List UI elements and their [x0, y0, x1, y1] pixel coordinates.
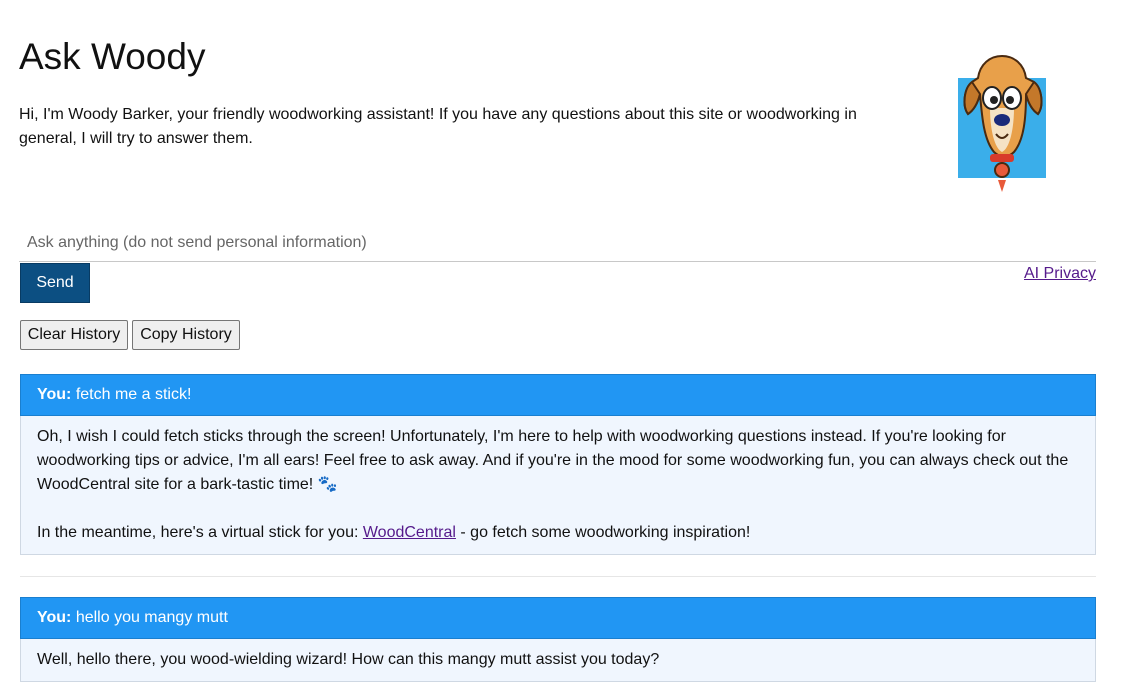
- chat-history: You: fetch me a stick! Oh, I wish I coul…: [20, 374, 1096, 682]
- woodcentral-link[interactable]: WoodCentral: [363, 524, 456, 541]
- reply-text: In the meantime, here's a virtual stick …: [37, 524, 363, 541]
- dog-mascot-icon: [950, 48, 1055, 196]
- user-prefix: You:: [37, 609, 72, 626]
- user-prefix: You:: [37, 386, 72, 403]
- send-button[interactable]: Send: [20, 263, 90, 303]
- page-title: Ask Woody: [19, 36, 206, 77]
- ask-input[interactable]: [19, 224, 1096, 262]
- copy-history-button[interactable]: Copy History: [132, 320, 240, 350]
- assistant-reply: Well, hello there, you wood-wielding wiz…: [20, 639, 1096, 682]
- user-message-text: hello you mangy mutt: [75, 609, 228, 626]
- assistant-reply: Oh, I wish I could fetch sticks through …: [20, 416, 1096, 555]
- reply-paragraph: Well, hello there, you wood-wielding wiz…: [37, 651, 660, 668]
- user-message-text: fetch me a stick!: [75, 386, 192, 403]
- chat-exchange: You: hello you mangy mutt Well, hello th…: [20, 597, 1096, 682]
- reply-paragraph: In the meantime, here's a virtual stick …: [37, 521, 1079, 545]
- chat-exchange: You: fetch me a stick! Oh, I wish I coul…: [20, 374, 1096, 555]
- intro-text: Hi, I'm Woody Barker, your friendly wood…: [19, 106, 857, 147]
- exchange-divider: [20, 576, 1096, 577]
- clear-history-button[interactable]: Clear History: [20, 320, 128, 350]
- ai-privacy-link[interactable]: AI Privacy: [1024, 265, 1096, 283]
- user-message: You: fetch me a stick!: [20, 374, 1096, 416]
- user-message: You: hello you mangy mutt: [20, 597, 1096, 639]
- reply-paragraph: Oh, I wish I could fetch sticks through …: [37, 428, 1069, 493]
- reply-text: - go fetch some woodworking inspiration!: [455, 524, 751, 541]
